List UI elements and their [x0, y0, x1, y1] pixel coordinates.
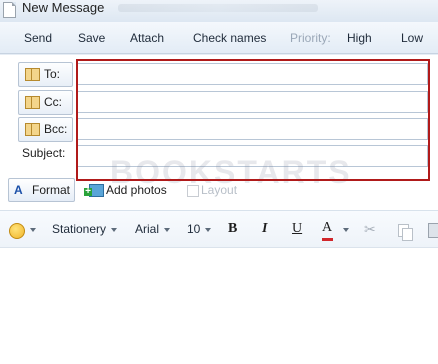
- to-button[interactable]: To:: [18, 62, 73, 87]
- address-book-icon: [25, 68, 40, 81]
- save-button[interactable]: Save: [78, 31, 105, 45]
- bcc-button[interactable]: Bcc:: [18, 117, 73, 142]
- to-field[interactable]: [76, 63, 428, 85]
- font-dropdown[interactable]: Arial: [135, 222, 159, 236]
- attach-button[interactable]: Attach: [130, 31, 164, 45]
- chevron-down-icon[interactable]: [343, 228, 349, 232]
- font-size-dropdown[interactable]: 10: [187, 222, 200, 236]
- send-button[interactable]: Send: [24, 31, 52, 45]
- bcc-label: Bcc:: [44, 122, 68, 136]
- message-body[interactable]: [0, 248, 438, 364]
- priority-label: Priority:: [290, 31, 331, 45]
- window-title: New Message: [22, 0, 105, 15]
- priority-high-button[interactable]: High: [347, 31, 372, 45]
- italic-button[interactable]: I: [262, 221, 267, 237]
- command-bar: Send Save Attach Check names Priority: H…: [0, 22, 438, 54]
- emoticon-icon[interactable]: [9, 223, 25, 239]
- check-names-button[interactable]: Check names: [193, 31, 266, 45]
- underline-button[interactable]: U: [292, 221, 302, 237]
- add-photos-icon[interactable]: [84, 184, 104, 197]
- format-toolbar: Stationery Arial 10 B I U A ✂: [0, 211, 438, 248]
- address-book-icon: [25, 123, 40, 136]
- stationery-dropdown[interactable]: Stationery: [52, 222, 106, 236]
- address-book-icon: [25, 96, 40, 109]
- cut-icon: ✂: [364, 221, 376, 237]
- cc-button[interactable]: Cc:: [18, 90, 73, 115]
- chevron-down-icon[interactable]: [205, 228, 211, 232]
- cc-label: Cc:: [44, 95, 62, 109]
- bcc-field[interactable]: [76, 118, 428, 140]
- font-color-bar: [322, 238, 333, 241]
- font-color-button[interactable]: A: [322, 220, 332, 236]
- copy-icon: [398, 224, 413, 241]
- bold-button[interactable]: B: [228, 221, 237, 237]
- title-bar: New Message: [0, 0, 438, 22]
- format-label: Format: [32, 183, 71, 197]
- add-photos-button[interactable]: Add photos: [106, 183, 167, 197]
- emoticon-dropdown-icon[interactable]: [30, 228, 36, 232]
- layout-icon: [187, 185, 199, 197]
- format-icon: A: [14, 183, 23, 197]
- subject-label: Subject:: [22, 146, 66, 160]
- cc-field[interactable]: [76, 91, 428, 113]
- document-icon: [3, 2, 16, 18]
- to-label: To:: [44, 67, 61, 81]
- chevron-down-icon[interactable]: [164, 228, 170, 232]
- format-button[interactable]: A Format: [8, 178, 75, 202]
- paste-icon: [428, 223, 438, 238]
- priority-low-button[interactable]: Low: [401, 31, 423, 45]
- chevron-down-icon[interactable]: [111, 228, 117, 232]
- layout-button: Layout: [201, 183, 238, 197]
- header-divider: [0, 54, 438, 55]
- title-bar-glare: [118, 4, 318, 12]
